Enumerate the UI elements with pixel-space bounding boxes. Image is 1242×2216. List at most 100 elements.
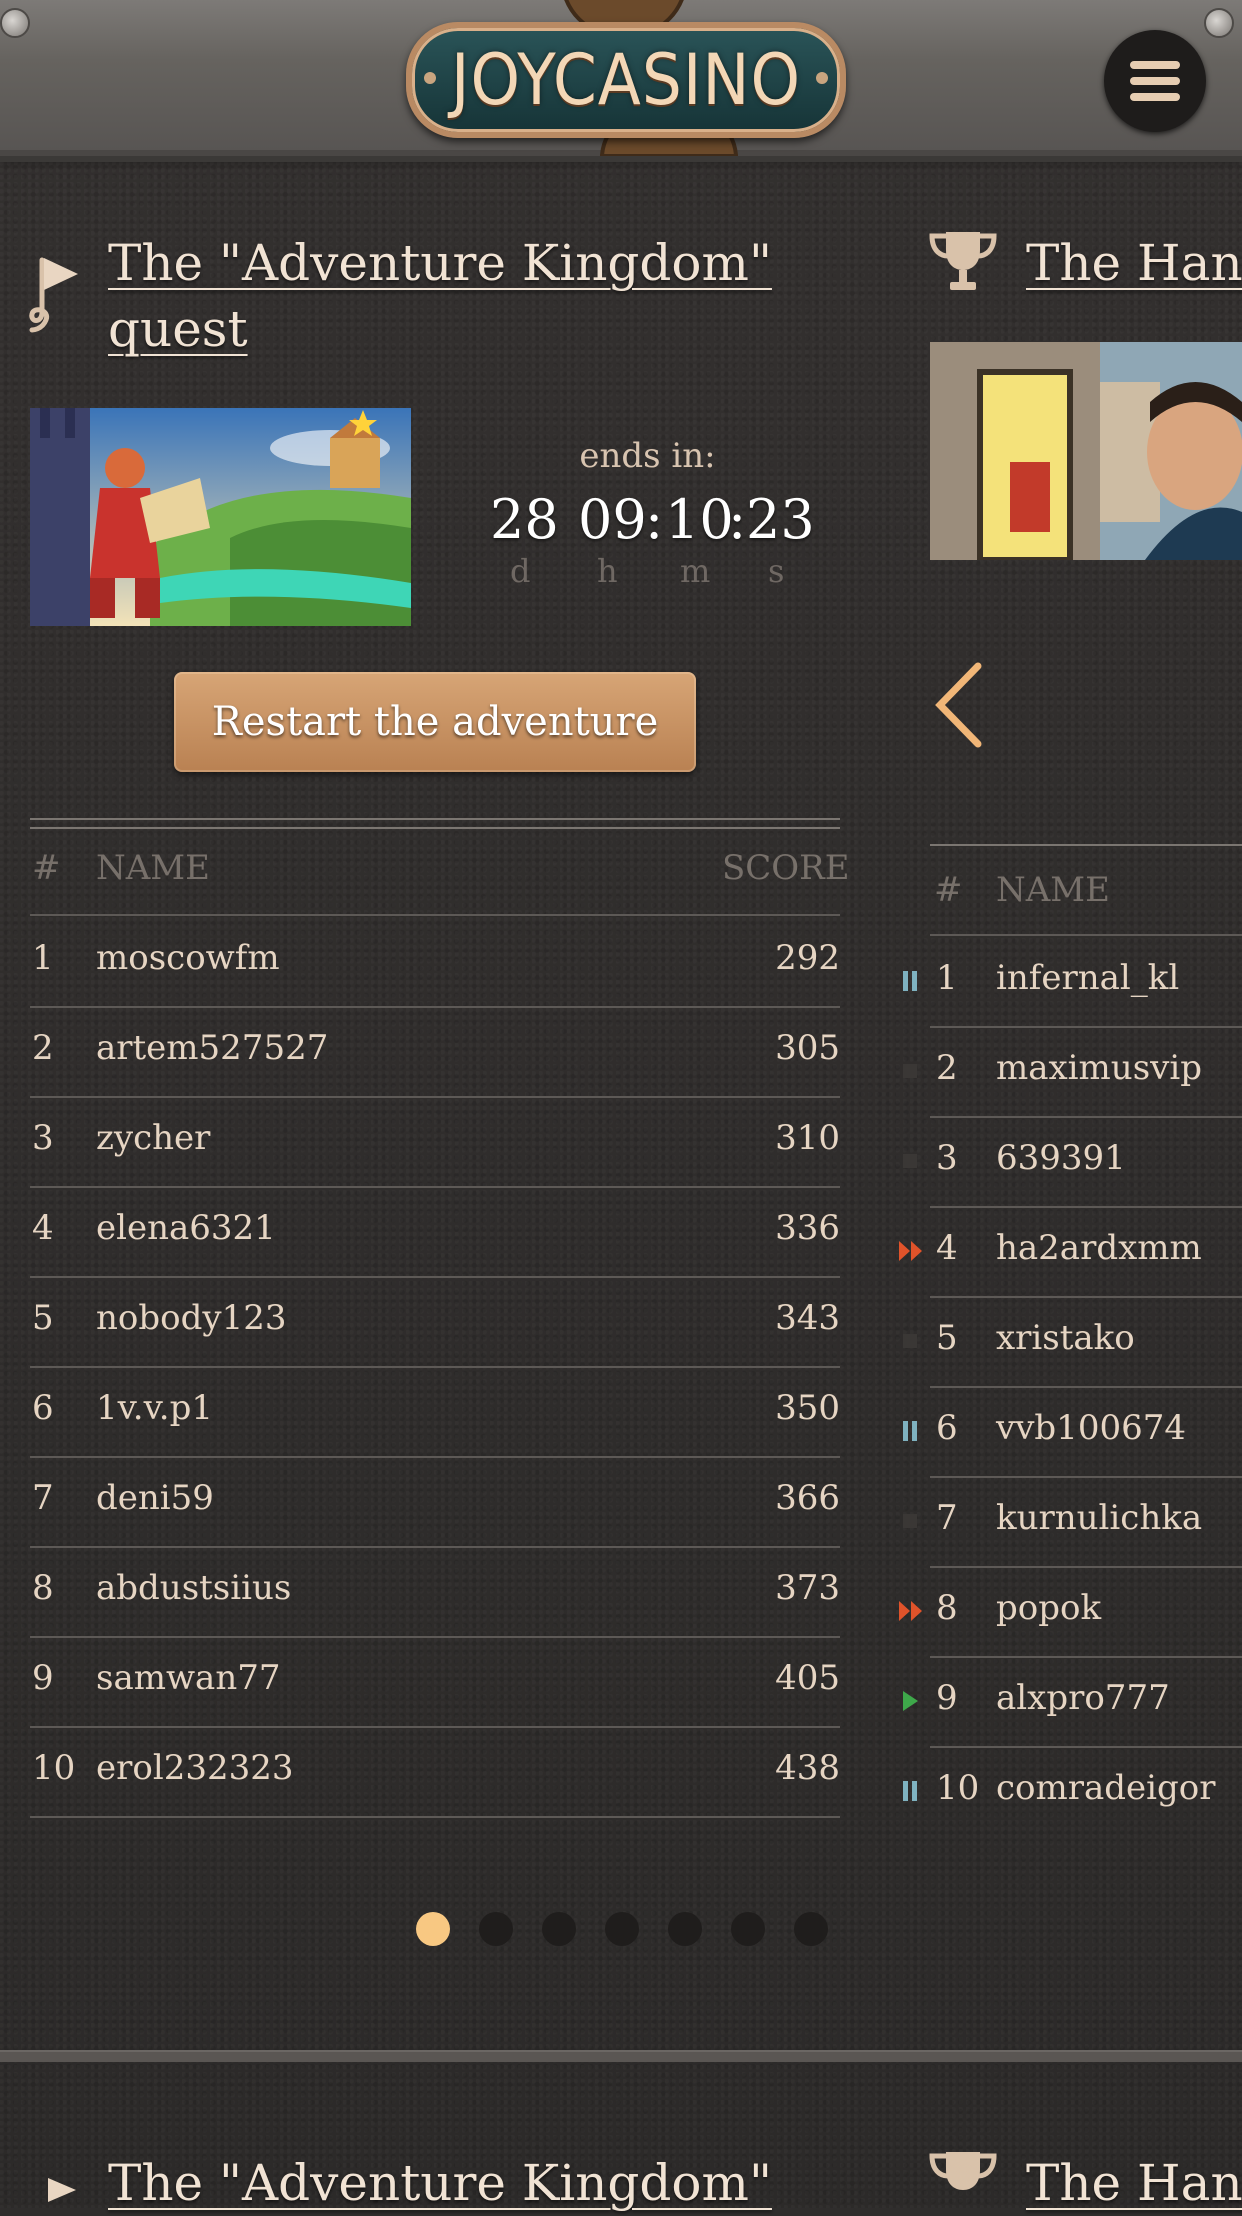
stop-icon: [903, 1334, 917, 1348]
table-row: 7 kurnulichka: [930, 1476, 1242, 1568]
stop-icon: [903, 1514, 917, 1528]
table-row: 6 vvb100674: [930, 1386, 1242, 1478]
row-rank: 10: [32, 1748, 76, 1788]
timer-hours-unit: h: [597, 552, 618, 590]
pause-icon: [903, 1781, 917, 1801]
top-bar: JOYCASINO: [0, 0, 1242, 162]
row-score: 438: [775, 1748, 840, 1788]
row-score: 373: [775, 1568, 840, 1608]
row-name: 1v.v.p1: [96, 1388, 213, 1428]
row-rank: 10: [936, 1768, 980, 1808]
table-row: 2 artem527527 305: [30, 1006, 840, 1098]
restart-adventure-button[interactable]: Restart the adventure: [174, 672, 696, 772]
fast-forward-icon: [899, 1241, 922, 1261]
timer-days-unit: d: [510, 552, 531, 590]
row-name: ha2ardxmm: [996, 1228, 1202, 1268]
bolt-icon: [1204, 8, 1234, 38]
row-score: 305: [775, 1028, 840, 1068]
row-score: 350: [775, 1388, 840, 1428]
row-name: artem527527: [96, 1028, 329, 1068]
row-rank: 6: [936, 1408, 958, 1448]
play-icon: [903, 1691, 918, 1711]
carousel-dot[interactable]: [731, 1912, 765, 1946]
row-rank: 2: [936, 1048, 958, 1088]
timer-days: 28: [490, 488, 559, 551]
joycasino-logo[interactable]: JOYCASINO: [406, 22, 846, 138]
bolt-icon: [0, 8, 30, 38]
section-divider: [0, 2050, 1242, 2062]
table-row: 1 infernal_kl: [930, 936, 1242, 1028]
timer-separator: :: [645, 488, 664, 551]
logo-text: JOYCASINO: [450, 39, 802, 121]
row-rank: 3: [32, 1118, 54, 1158]
hamburger-menu-button[interactable]: [1104, 30, 1206, 132]
right-col-name-header: NAME: [996, 870, 1110, 910]
table-row: 1 moscowfm 292: [30, 916, 840, 1008]
row-rank: 8: [32, 1568, 54, 1608]
table-row: 8 abdustsiius 373: [30, 1546, 840, 1638]
right-col-rank-header: #: [934, 870, 963, 910]
row-rank: 8: [936, 1588, 958, 1628]
table-row: 2 maximusvip: [930, 1026, 1242, 1118]
row-score: 405: [775, 1658, 840, 1698]
table-row: 8 popok: [930, 1566, 1242, 1658]
timer-minutes: 10: [665, 488, 734, 551]
carousel-dot[interactable]: [794, 1912, 828, 1946]
rivet-icon: [424, 72, 436, 84]
carousel-dot[interactable]: [479, 1912, 513, 1946]
table-row: 6 1v.v.p1 350: [30, 1366, 840, 1458]
hamburger-icon: [1130, 61, 1180, 69]
row-score: 310: [775, 1118, 840, 1158]
adventure-kingdom-illustration: [30, 408, 411, 626]
stop-icon: [903, 1064, 917, 1078]
table-row: 9 samwan77 405: [30, 1636, 840, 1728]
carousel-dot[interactable]: [542, 1912, 576, 1946]
row-name: deni59: [96, 1478, 214, 1518]
table-row: 4 ha2ardxmm: [930, 1206, 1242, 1298]
row-name: 639391: [996, 1138, 1126, 1178]
row-name: vvb100674: [996, 1408, 1186, 1448]
tournament-banner-image[interactable]: [930, 342, 1242, 560]
flag-icon: [29, 257, 78, 333]
row-rank: 9: [32, 1658, 54, 1698]
row-name: nobody123: [96, 1298, 287, 1338]
trophy-icon: [929, 2152, 997, 2190]
row-rank: 1: [32, 938, 54, 978]
col-name-header: NAME: [96, 848, 210, 888]
next-quest-title[interactable]: The "Adventure Kingdom": [108, 2150, 772, 2216]
row-rank: 9: [936, 1678, 958, 1718]
row-name: erol232323: [96, 1748, 294, 1788]
next-tournament-title[interactable]: The Hand: [1026, 2150, 1242, 2216]
row-score: 292: [775, 938, 840, 978]
flag-icon: [48, 2178, 76, 2202]
row-name: moscowfm: [96, 938, 280, 978]
row-rank: 2: [32, 1028, 54, 1068]
quest-banner-image[interactable]: [30, 408, 411, 626]
timer-minutes-unit: m: [680, 552, 711, 590]
row-name: zycher: [96, 1118, 211, 1158]
row-name: maximusvip: [996, 1048, 1202, 1088]
quest-title-line1[interactable]: The "Adventure Kingdom": [108, 230, 772, 296]
hamburger-icon-bar: [1130, 93, 1180, 101]
table-row: 3 zycher 310: [30, 1096, 840, 1188]
chevron-left-icon[interactable]: [930, 660, 986, 750]
ends-in-label: ends in:: [579, 436, 716, 476]
row-rank: 3: [936, 1138, 958, 1178]
row-name: kurnulichka: [996, 1498, 1203, 1538]
quest-title[interactable]: The "Adventure Kingdom" quest: [108, 230, 772, 362]
timer-seconds: 23: [746, 488, 815, 551]
row-name: comradeigor: [996, 1768, 1216, 1808]
row-name: alxpro777: [996, 1678, 1170, 1718]
quest-title-line2[interactable]: quest: [108, 296, 772, 362]
fast-forward-icon: [899, 1601, 922, 1621]
row-rank: 4: [32, 1208, 54, 1248]
carousel-dot[interactable]: [416, 1912, 450, 1946]
carousel-dot[interactable]: [668, 1912, 702, 1946]
col-rank-header: #: [32, 848, 61, 888]
tournament-title[interactable]: The Hand: [1026, 230, 1242, 296]
carousel-dot[interactable]: [605, 1912, 639, 1946]
row-score: 336: [775, 1208, 840, 1248]
rivet-icon: [816, 72, 828, 84]
table-row: 4 elena6321 336: [30, 1186, 840, 1278]
row-score: 343: [775, 1298, 840, 1338]
